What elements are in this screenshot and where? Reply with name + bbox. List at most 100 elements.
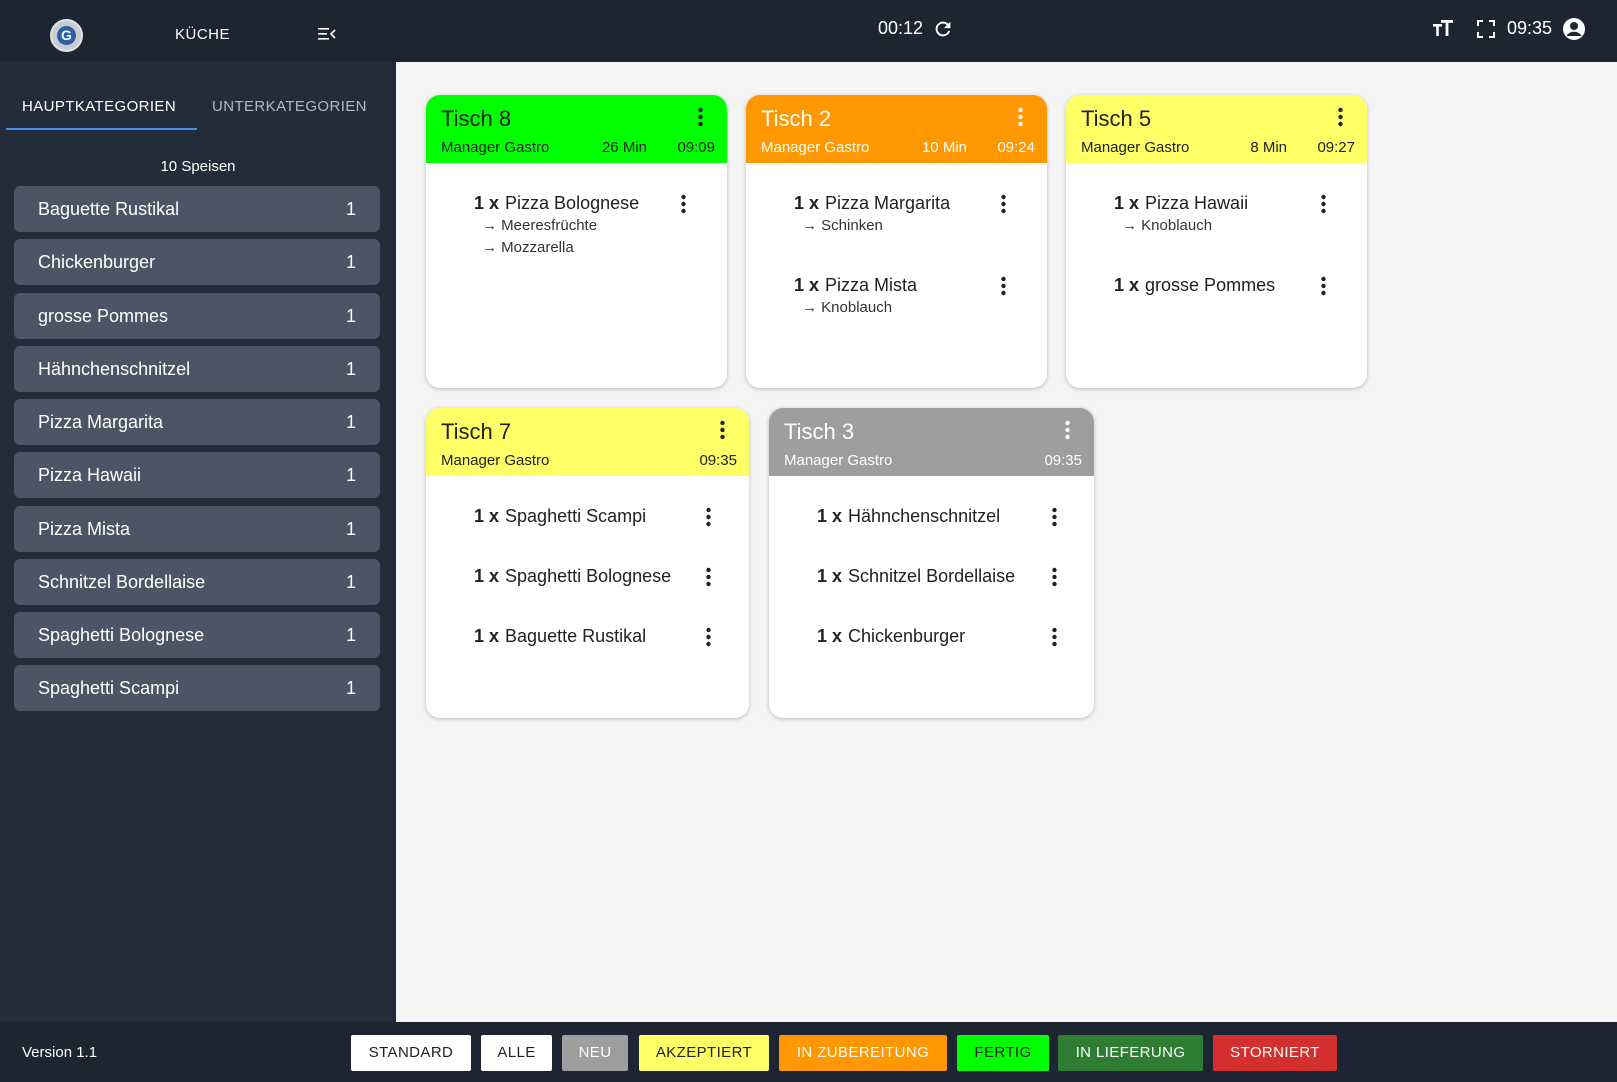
app-title: KÜCHE	[175, 26, 231, 43]
account-icon[interactable]	[1562, 17, 1586, 41]
order-item: 1 x Spaghetti Bolognese	[474, 566, 671, 587]
dish-item-count: 1	[345, 678, 356, 698]
order-item-name: Hähnchenschnitzel	[848, 506, 1001, 526]
item-more-icon[interactable]	[998, 276, 1008, 296]
order-item: 1 x Pizza Bolognese	[474, 193, 639, 214]
filter-button-alle[interactable]: ALLE	[481, 1035, 552, 1071]
filter-button-in-zubereitung[interactable]: IN ZUBEREITUNG	[779, 1035, 947, 1071]
order-time: 09:35	[699, 452, 737, 469]
order-item-qty: 1 x	[794, 193, 820, 213]
clock: 09:35	[1507, 18, 1553, 38]
version-label: Version 1.1	[22, 1044, 98, 1061]
dish-item[interactable]: Spaghetti Scampi 1	[14, 665, 380, 711]
logo-letter: G	[57, 26, 76, 45]
card-more-icon[interactable]	[1015, 107, 1025, 127]
dish-item-count: 1	[345, 252, 356, 272]
item-more-icon[interactable]	[1318, 194, 1328, 214]
item-more-icon[interactable]	[998, 194, 1008, 214]
elapsed-minutes: 8 Min	[1250, 139, 1287, 156]
order-item-name: Schnitzel Bordellaise	[848, 566, 1016, 586]
dish-item-label: Hähnchenschnitzel	[38, 359, 191, 379]
tab-unterkategorien[interactable]: UNTERKATEGORIEN	[212, 98, 367, 115]
order-item-name: Pizza Mista	[825, 275, 918, 295]
order-card: Tisch 8 Manager Gastro 26 Min 09:09 1 x Pizza…	[426, 95, 727, 388]
dish-item-count: 1	[345, 465, 356, 485]
dish-item[interactable]: grosse Pommes 1	[14, 293, 380, 339]
dish-item-label: Spaghetti Scampi	[38, 678, 180, 698]
order-item: 1 x Chickenburger	[817, 626, 965, 647]
item-more-icon[interactable]	[1049, 627, 1059, 647]
app-logo: G	[50, 19, 83, 52]
filter-button-akzeptiert[interactable]: AKZEPTIERT	[639, 1035, 769, 1071]
order-time: 09:27	[1317, 139, 1355, 156]
dish-item-label: Baguette Rustikal	[38, 199, 180, 219]
item-more-icon[interactable]	[1049, 567, 1059, 587]
card-more-icon[interactable]	[695, 107, 705, 127]
table-title: Tisch 8	[441, 106, 512, 131]
order-card: Tisch 2 Manager Gastro 10 Min 09:24 1 x Pizza…	[746, 95, 1047, 388]
order-item-name: Chickenburger	[848, 626, 966, 646]
order-item-qty: 1 x	[794, 275, 820, 295]
card-header: Tisch 5 Manager Gastro 8 Min 09:27	[1066, 95, 1367, 163]
filter-button-fertig[interactable]: FERTIG	[957, 1035, 1049, 1071]
fullscreen-icon[interactable]	[1476, 19, 1496, 39]
order-item-name: Pizza Bolognese	[505, 193, 640, 213]
item-more-icon[interactable]	[1318, 276, 1328, 296]
order-item-modifier: → Mozzarella	[482, 239, 574, 256]
order-item-modifier: → Knoblauch	[802, 299, 893, 316]
order-item: 1 x Schnitzel Bordellaise	[817, 566, 1015, 587]
card-more-icon[interactable]	[1335, 107, 1345, 127]
order-item-qty: 1 x	[817, 566, 843, 586]
order-time: 09:24	[997, 139, 1035, 156]
card-user: Manager Gastro	[1081, 139, 1190, 156]
dish-item[interactable]: Pizza Margarita 1	[14, 399, 380, 445]
menu-collapse-icon[interactable]	[318, 27, 336, 41]
active-tab-indicator	[6, 128, 197, 130]
filter-button-storniert[interactable]: STORNIERT	[1213, 1035, 1337, 1071]
dish-item-label: grosse Pommes	[38, 306, 169, 326]
table-title: Tisch 3	[784, 419, 855, 444]
sidebar: HAUPTKATEGORIEN UNTERKATEGORIEN 10 Speis…	[0, 62, 396, 1022]
card-more-icon[interactable]	[1062, 420, 1072, 440]
tab-hauptkategorien[interactable]: HAUPTKATEGORIEN	[22, 98, 176, 115]
order-item-name: grosse Pommes	[1145, 275, 1276, 295]
order-time: 09:09	[677, 139, 715, 156]
order-item-modifier: → Meeresfrüchte	[482, 217, 598, 234]
top-app-bar: G KÜCHE 00:12 09:35	[0, 0, 1617, 62]
order-item-qty: 1 x	[474, 566, 500, 586]
refresh-icon[interactable]	[932, 18, 954, 40]
order-item-name: Pizza Hawaii	[1145, 193, 1249, 213]
footer-bar: Version 1.1 STANDARD ALLE NEU AKZEPTIERT IN …	[0, 1022, 1617, 1082]
dish-item-label: Pizza Hawaii	[38, 465, 142, 485]
card-header: Tisch 3 Manager Gastro 09:35	[769, 408, 1094, 476]
dish-item[interactable]: Spaghetti Bolognese 1	[14, 612, 380, 658]
dish-item-count: 1	[345, 625, 356, 645]
dish-item[interactable]: Chickenburger 1	[14, 239, 380, 285]
order-item-qty: 1 x	[1114, 275, 1140, 295]
order-item: 1 x Pizza Hawaii	[1114, 193, 1248, 214]
filter-button-standard[interactable]: STANDARD	[351, 1035, 471, 1071]
dish-item-count: 1	[345, 412, 356, 432]
item-more-icon[interactable]	[678, 194, 688, 214]
dish-item-label: Schnitzel Bordellaise	[38, 572, 206, 592]
dish-item[interactable]: Pizza Mista 1	[14, 506, 380, 552]
order-card: Tisch 3 Manager Gastro 09:35 1 x Hähnchensch…	[769, 408, 1094, 718]
font-size-icon[interactable]	[1431, 18, 1455, 40]
item-more-icon[interactable]	[703, 627, 713, 647]
card-more-icon[interactable]	[717, 420, 727, 440]
dish-item[interactable]: Hähnchenschnitzel 1	[14, 346, 380, 392]
dish-count-label: 10 Speisen	[160, 158, 236, 175]
filter-button-in-lieferung[interactable]: IN LIEFERUNG	[1058, 1035, 1203, 1071]
dish-item[interactable]: Schnitzel Bordellaise 1	[14, 559, 380, 605]
dish-item[interactable]: Baguette Rustikal 1	[14, 186, 380, 232]
item-more-icon[interactable]	[703, 507, 713, 527]
dish-item-label: Pizza Margarita	[38, 412, 164, 432]
item-more-icon[interactable]	[1049, 507, 1059, 527]
dish-item[interactable]: Pizza Hawaii 1	[14, 452, 380, 498]
order-item-qty: 1 x	[474, 626, 500, 646]
filter-button-neu[interactable]: NEU	[562, 1035, 628, 1071]
card-user: Manager Gastro	[441, 452, 550, 469]
card-user: Manager Gastro	[761, 139, 870, 156]
item-more-icon[interactable]	[703, 567, 713, 587]
table-title: Tisch 2	[761, 106, 832, 131]
